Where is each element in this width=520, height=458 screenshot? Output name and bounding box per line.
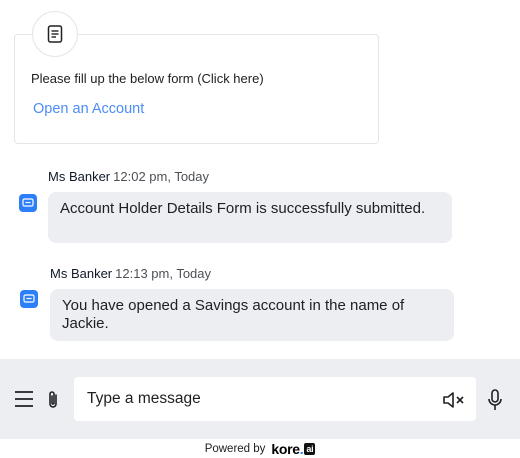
sender-name: Ms Banker <box>48 169 111 184</box>
message-time: 12:13 pm, Today <box>115 266 212 281</box>
sender-name: Ms Banker <box>50 266 113 281</box>
menu-icon[interactable] <box>14 390 34 408</box>
message-bubble: You have opened a Savings account in the… <box>50 289 454 341</box>
message-bubble: Account Holder Details Form is successfu… <box>48 192 452 243</box>
open-account-link[interactable]: Open an Account <box>33 101 144 117</box>
mic-icon[interactable] <box>487 389 503 411</box>
bot-avatar-icon <box>20 290 38 308</box>
attach-icon[interactable] <box>46 390 60 410</box>
message-text: You have opened a Savings account in the… <box>62 297 405 332</box>
kore-ai-logo: kore. ai <box>271 440 316 457</box>
form-card-text: Please fill up the below form (Click her… <box>31 71 264 86</box>
composer-bar <box>0 359 520 439</box>
mute-icon[interactable] <box>442 390 466 410</box>
form-icon-badge <box>32 11 78 57</box>
message-time: 12:02 pm, Today <box>113 169 210 184</box>
powered-by-text: Powered by <box>204 442 266 455</box>
message-header: Ms Banker 12:13 pm, Today <box>50 266 211 281</box>
message-text: Account Holder Details Form is successfu… <box>60 200 426 217</box>
powered-by-footer: Powered by kore. ai <box>0 439 520 458</box>
bot-avatar-icon <box>19 194 37 212</box>
form-icon <box>47 25 63 43</box>
message-input[interactable] <box>74 377 476 421</box>
message-header: Ms Banker 12:02 pm, Today <box>48 169 209 184</box>
